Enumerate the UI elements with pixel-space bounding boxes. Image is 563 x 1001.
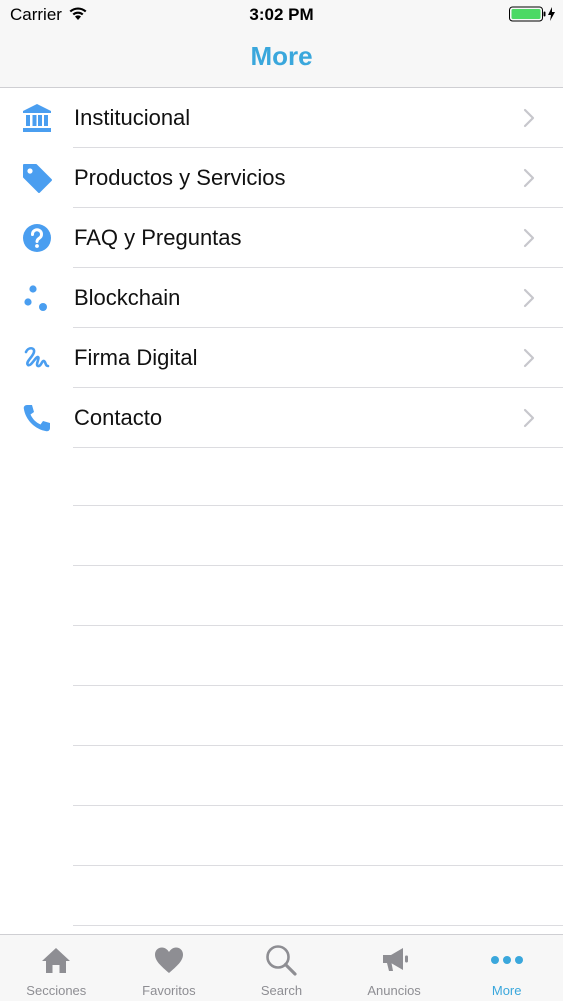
- menu-item-label: Contacto: [74, 405, 163, 430]
- chevron-right-icon: [523, 108, 535, 128]
- empty-row: [0, 806, 563, 866]
- menu-item-label: Productos y Servicios: [74, 165, 286, 190]
- more-menu-list: Institucional Productos y Servicios FAQ …: [0, 88, 563, 448]
- empty-table-rows: [0, 446, 563, 926]
- menu-item-contacto[interactable]: Contacto: [0, 388, 563, 448]
- empty-row: [0, 866, 563, 926]
- tag-icon: [23, 164, 52, 193]
- menu-item-label: FAQ y Preguntas: [74, 225, 242, 250]
- empty-row: [0, 446, 563, 506]
- chevron-right-icon: [523, 348, 535, 368]
- page-title: More: [250, 41, 313, 71]
- tab-anuncios[interactable]: Anuncios: [338, 935, 451, 1001]
- chevron-right-icon: [523, 228, 535, 248]
- tab-search[interactable]: Search: [225, 935, 338, 1001]
- home-icon: [42, 948, 71, 973]
- empty-row: [0, 686, 563, 746]
- chevron-right-icon: [523, 408, 535, 428]
- menu-item-label: Blockchain: [74, 285, 181, 310]
- question-circle-icon: [23, 224, 51, 252]
- tab-more[interactable]: More: [450, 935, 563, 1001]
- megaphone-icon: [383, 948, 409, 971]
- signature-icon: [24, 346, 50, 368]
- menu-item-firma-digital[interactable]: Firma Digital: [0, 328, 563, 388]
- tab-label: Anuncios: [367, 983, 421, 998]
- empty-row: [0, 626, 563, 686]
- chevron-right-icon: [523, 168, 535, 188]
- battery-charging-icon: [509, 6, 555, 22]
- tab-label: More: [491, 983, 522, 998]
- menu-item-productos-y-servicios[interactable]: Productos y Servicios: [0, 148, 563, 208]
- phone-icon: [23, 405, 50, 432]
- tab-secciones[interactable]: Secciones: [0, 935, 113, 1001]
- status-time: 3:02 PM: [249, 5, 314, 24]
- empty-row: [0, 746, 563, 806]
- navigation-header: Carrier 3:02 PM More: [0, 0, 563, 88]
- menu-item-institucional[interactable]: Institucional: [0, 88, 563, 148]
- menu-item-faq-y-preguntas[interactable]: FAQ y Preguntas: [0, 208, 563, 268]
- menu-item-label: Firma Digital: [74, 345, 198, 370]
- tab-bar: Secciones Favoritos Search Anuncios More: [0, 934, 563, 1001]
- chevron-right-icon: [523, 288, 535, 308]
- menu-item-label: Institucional: [74, 105, 191, 130]
- tab-label: Favoritos: [142, 983, 196, 998]
- dots-cluster-icon: [24, 285, 47, 311]
- search-icon: [266, 945, 298, 976]
- tab-label: Search: [260, 983, 303, 998]
- tab-label: Secciones: [26, 983, 87, 998]
- status-bar: Carrier 3:02 PM: [0, 0, 563, 30]
- bank-icon: [23, 104, 51, 132]
- empty-row: [0, 506, 563, 566]
- heart-icon: [154, 947, 183, 973]
- more-dots-icon: [490, 956, 523, 964]
- row-separator: [73, 925, 563, 926]
- empty-row: [0, 566, 563, 626]
- menu-item-blockchain[interactable]: Blockchain: [0, 268, 563, 328]
- tab-favoritos[interactable]: Favoritos: [113, 935, 226, 1001]
